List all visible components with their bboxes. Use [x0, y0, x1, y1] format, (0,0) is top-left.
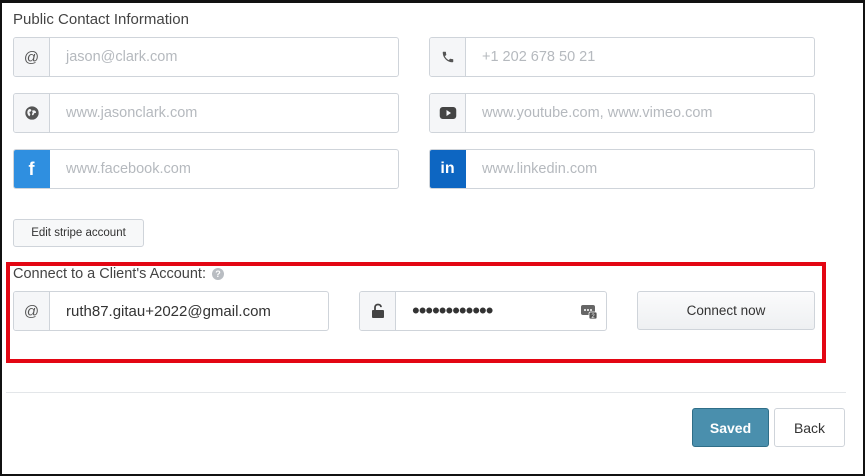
facebook-glyph: f — [28, 158, 35, 179]
website-field-group: www.jasonclark.com — [13, 93, 399, 133]
email-field-group: @ jason@clark.com — [13, 37, 399, 77]
public-email-input[interactable]: jason@clark.com — [50, 38, 398, 76]
facebook-field-group: f www.facebook.com — [13, 149, 399, 189]
at-icon: @ — [14, 38, 50, 76]
youtube-icon — [430, 94, 466, 132]
globe-icon — [14, 94, 50, 132]
phone-icon — [430, 38, 466, 76]
highlight-box — [6, 262, 826, 363]
section-title: Public Contact Information — [13, 11, 189, 28]
saved-button[interactable]: Saved — [692, 408, 769, 447]
facebook-input[interactable]: www.facebook.com — [50, 150, 398, 188]
footer-divider — [6, 392, 846, 393]
linkedin-icon: in — [430, 150, 466, 188]
facebook-icon: f — [14, 150, 50, 188]
back-button[interactable]: Back — [774, 408, 845, 447]
phone-input[interactable]: +1 202 678 50 21 — [466, 38, 814, 76]
linkedin-input[interactable]: www.linkedin.com — [466, 150, 814, 188]
website-input[interactable]: www.jasonclark.com — [50, 94, 398, 132]
at-glyph: @ — [23, 48, 40, 66]
linkedin-field-group: in www.linkedin.com — [429, 149, 815, 189]
edit-stripe-account-button[interactable]: Edit stripe account — [13, 219, 144, 247]
linkedin-glyph: in — [440, 160, 455, 177]
video-input[interactable]: www.youtube.com, www.vimeo.com — [466, 94, 814, 132]
phone-field-group: +1 202 678 50 21 — [429, 37, 815, 77]
video-field-group: www.youtube.com, www.vimeo.com — [429, 93, 815, 133]
